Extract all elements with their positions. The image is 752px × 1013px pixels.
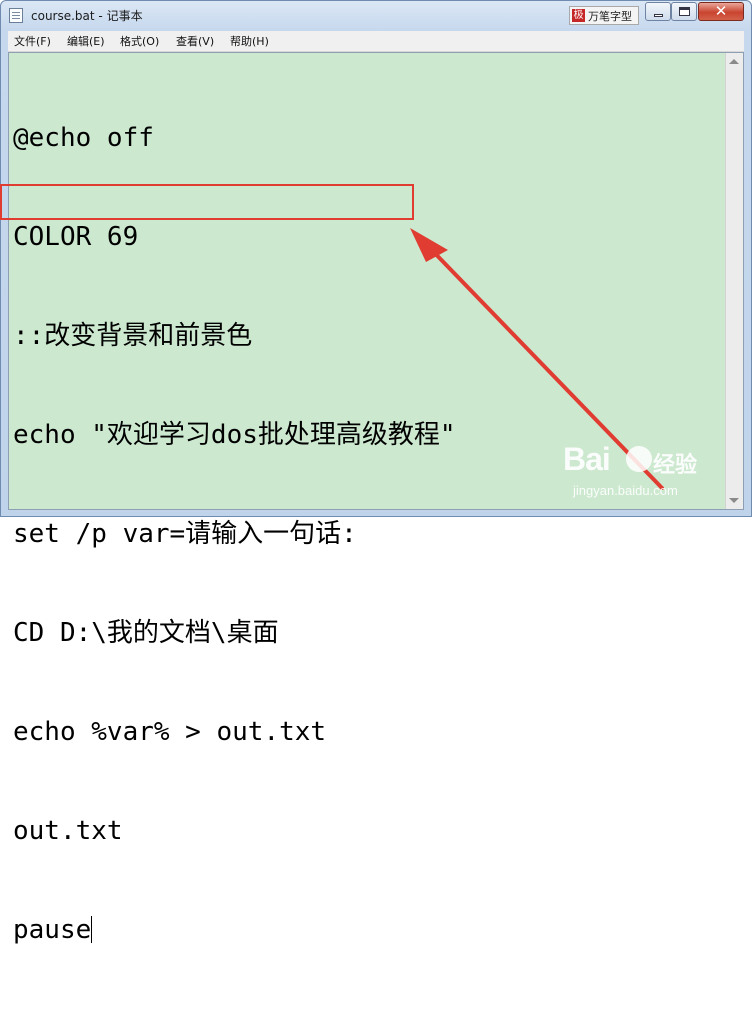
code-line-last: pause [13, 914, 456, 947]
watermark-url: jingyan.baidu.com [573, 483, 678, 498]
watermark-brand: Bai [563, 441, 611, 477]
code-line: CD D:\我的文档\桌面 [13, 618, 279, 648]
text-caret [91, 916, 93, 943]
watermark-jingyan: 经验 [653, 453, 698, 478]
code-line-text: pause [13, 915, 92, 945]
paw-icon [626, 446, 652, 472]
baidu-watermark: Bai 经验 jingyan.baidu.com [563, 438, 713, 498]
code-line: out.txt [13, 816, 123, 846]
code-line: set /p var=请输入一句话: [13, 519, 357, 549]
code-line: echo %var% > out.txt [13, 717, 327, 747]
arrow-head [410, 228, 448, 262]
